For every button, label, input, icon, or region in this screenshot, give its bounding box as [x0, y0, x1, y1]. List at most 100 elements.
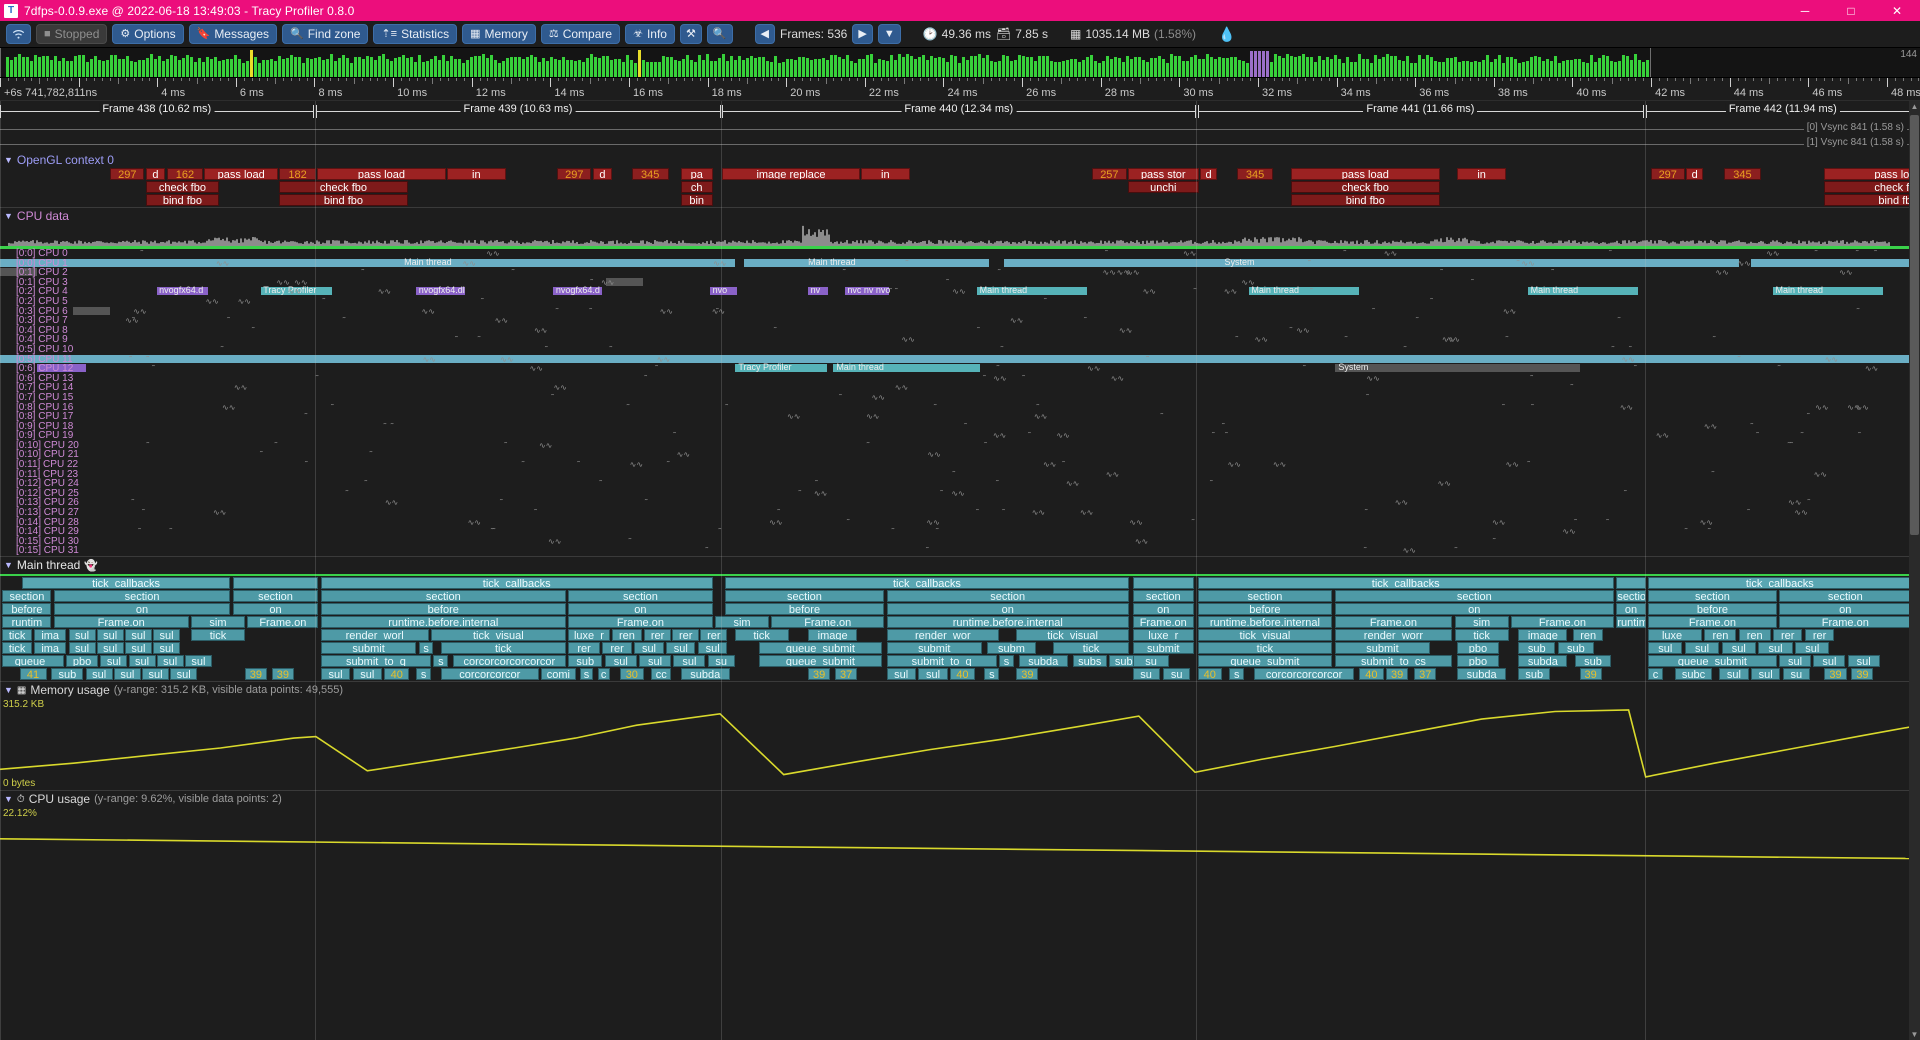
- timeline-zone[interactable]: luxe_r: [1132, 629, 1194, 641]
- timeline-zone[interactable]: before: [1648, 603, 1777, 615]
- frame-bar[interactable]: [134, 61, 137, 77]
- timeline-zone[interactable]: pbo: [1457, 655, 1499, 667]
- timeline-zone[interactable]: pa: [680, 168, 713, 180]
- timeline-zone[interactable]: Frame.on: [1779, 616, 1909, 628]
- timeline-zone[interactable]: 162: [166, 168, 204, 180]
- frame-bar[interactable]: [582, 61, 585, 77]
- frame-bar[interactable]: [618, 58, 621, 77]
- frame-bar[interactable]: [1550, 60, 1553, 77]
- frame-bar[interactable]: [658, 61, 661, 77]
- frame-bar[interactable]: [998, 60, 1001, 77]
- timeline-zone[interactable]: corcorcorcor: [440, 668, 539, 680]
- frame-bar[interactable]: [1354, 61, 1357, 77]
- timeline-zone[interactable]: c: [597, 668, 610, 680]
- frame-bar[interactable]: [694, 62, 697, 77]
- timeline-zone[interactable]: 39: [808, 668, 831, 680]
- frame-bar[interactable]: [1414, 62, 1417, 77]
- section-header-cpudata[interactable]: ▼ CPU data: [0, 208, 1909, 224]
- scroll-up-icon[interactable]: ▲: [1909, 101, 1920, 112]
- frame-bar[interactable]: [238, 59, 241, 77]
- frame-bar[interactable]: [1450, 57, 1453, 77]
- timeline-zone[interactable]: queue_submit: [759, 642, 882, 654]
- cpu-core-row[interactable]: ∿∿ ˜ ˜ ˜ ˜ ∿∿ ˜ ∿∿ ˜ ˜ ∿∿ [0:13] CPU 27: [0, 507, 1909, 518]
- frame-bar[interactable]: [90, 58, 93, 77]
- frame-bar[interactable]: [1110, 58, 1113, 77]
- timeline-zone[interactable]: submit: [1334, 642, 1431, 654]
- timeline-zone[interactable]: 345: [631, 168, 669, 180]
- frame-bar[interactable]: [1014, 60, 1017, 77]
- frame-bar[interactable]: [126, 55, 129, 77]
- frame-bar[interactable]: [1602, 54, 1605, 77]
- frame-bar[interactable]: [850, 60, 853, 77]
- frame-bar[interactable]: [974, 56, 977, 77]
- timeline-zone[interactable]: 37: [1414, 668, 1437, 680]
- timeline-zone[interactable]: section: [1132, 590, 1194, 602]
- frame-bar[interactable]: [630, 59, 633, 77]
- frame-bar[interactable]: [994, 61, 997, 77]
- mainthread-zone-row-3[interactable]: runtim Frame.on sim Frame.on runtime.before.…: [0, 616, 1909, 629]
- frame-bar[interactable]: [798, 56, 801, 77]
- frame-bar[interactable]: [150, 54, 153, 77]
- frame-bar[interactable]: [1106, 55, 1109, 77]
- frame-bar[interactable]: [1378, 59, 1381, 77]
- frame-bar[interactable]: [182, 58, 185, 77]
- timeline-zone[interactable]: Frame.on: [1511, 616, 1614, 628]
- frame-bar[interactable]: [270, 59, 273, 77]
- frame-bar[interactable]: [254, 57, 257, 77]
- timeline-zone[interactable]: section: [53, 590, 231, 602]
- timeline-zone[interactable]: sul: [128, 655, 156, 667]
- frame-bar[interactable]: [398, 56, 401, 77]
- timeline-zone[interactable]: Frame.on: [53, 616, 189, 628]
- timeline-zone[interactable]: queue_submit: [1197, 655, 1333, 667]
- frame-bar[interactable]: [870, 54, 873, 77]
- frame-bar[interactable]: [1358, 54, 1361, 77]
- timeline-zone[interactable]: sul: [673, 655, 706, 667]
- timeline-zone[interactable]: sul: [666, 642, 696, 654]
- cpu-core-row[interactable]: ˜ ˜ ˜ ˜ ∿∿ [0:15] CPU 31: [0, 545, 1909, 556]
- timeline-zone[interactable]: on: [1334, 603, 1614, 615]
- timeline-zone[interactable]: sul: [170, 668, 198, 680]
- frame-bar[interactable]: [258, 62, 261, 77]
- frame-bar[interactable]: [326, 58, 329, 77]
- frame-bar[interactable]: [1586, 62, 1589, 77]
- frame-bar[interactable]: [766, 60, 769, 77]
- timeline-zone[interactable]: runtime.before.internal: [1616, 616, 1646, 628]
- frame-bar[interactable]: [1158, 56, 1161, 77]
- timeline-zone[interactable]: rer: [602, 642, 632, 654]
- frame-bar[interactable]: [1066, 59, 1069, 77]
- frame-bar[interactable]: [1370, 62, 1373, 77]
- frame-bar[interactable]: [1634, 54, 1637, 77]
- timeline-zone[interactable]: 297: [557, 168, 592, 180]
- frame-bar[interactable]: [386, 58, 389, 77]
- frame-bar[interactable]: [414, 62, 417, 77]
- options-button[interactable]: ⚙ Options: [112, 24, 184, 44]
- timeline-zone[interactable]: s: [580, 668, 593, 680]
- frame-bar[interactable]: [886, 61, 889, 77]
- frames-dropdown-button[interactable]: ▼: [877, 24, 901, 44]
- timeline-zone[interactable]: ima: [34, 642, 67, 654]
- frame-bar[interactable]: [674, 59, 677, 77]
- timeline-zone[interactable]: s: [418, 642, 434, 654]
- frame-bar[interactable]: [614, 58, 617, 77]
- frame-bar[interactable]: [1146, 61, 1149, 77]
- frame-bar[interactable]: [654, 61, 657, 77]
- frame-bar[interactable]: [754, 58, 757, 77]
- cpu-core-row[interactable]: ∿∿ ∿∿ ˜ ˜ ˜ ˜ ∿∿ ∿∿ ∿∿ ∿∿ [0:14] CPU 28: [0, 517, 1909, 528]
- timeline-zone[interactable]: subm: [986, 642, 1036, 654]
- cpu-core-row[interactable]: ∿∿ ˜ ˜ ˜ [0:7] CPU 15: [0, 392, 1909, 403]
- frame-bar[interactable]: [718, 57, 721, 77]
- frame-bar[interactable]: [1618, 60, 1621, 77]
- frame-bar[interactable]: [434, 55, 437, 77]
- frame-bar[interactable]: [818, 59, 821, 77]
- prev-frame-button[interactable]: ◀: [754, 24, 775, 44]
- frame-bar[interactable]: [858, 59, 861, 77]
- frame-bar[interactable]: [1386, 54, 1389, 77]
- frame-bar[interactable]: [714, 60, 717, 77]
- timeline-zone[interactable]: subda: [1018, 655, 1068, 667]
- frame-bar[interactable]: [678, 61, 681, 77]
- timeline-zone[interactable]: tick: [2, 629, 32, 641]
- frame-bar[interactable]: [374, 60, 377, 77]
- frame-bar[interactable]: [1282, 57, 1285, 77]
- timeline-zone[interactable]: s: [1229, 668, 1245, 680]
- cpu-context-band[interactable]: [1004, 258, 1739, 267]
